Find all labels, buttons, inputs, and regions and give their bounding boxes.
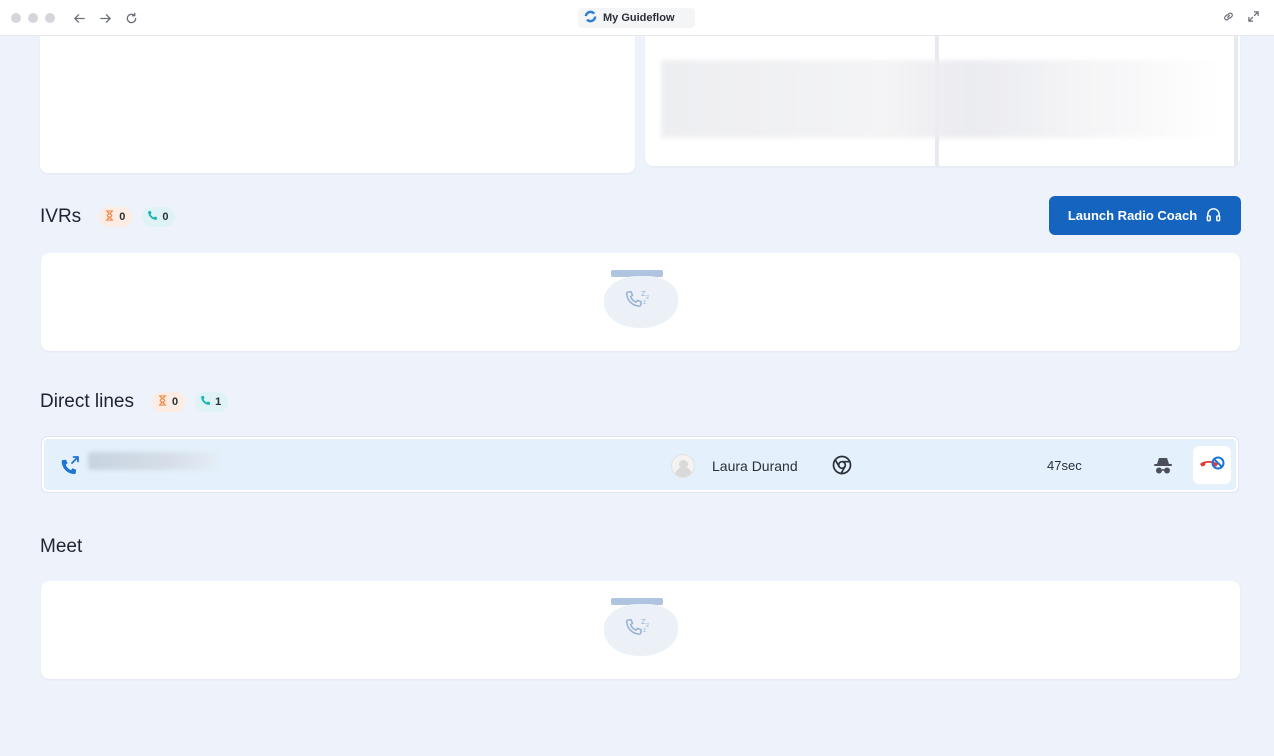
meet-empty-state: Zzz (41, 581, 1240, 679)
ivrs-active-badge: 0 (142, 207, 176, 227)
phone-icon (147, 210, 158, 224)
direct-lines-active-count: 1 (215, 396, 222, 408)
ivrs-title: IVRs (40, 206, 82, 227)
svg-text:z: z (646, 622, 649, 629)
window-controls (11, 13, 55, 23)
forward-arrow-icon[interactable] (96, 9, 114, 27)
top-right-panel (645, 36, 1240, 166)
window-dot-minimize[interactable] (28, 13, 38, 23)
agent-name: Laura Durand (712, 458, 798, 474)
blurred-caller (88, 452, 218, 470)
top-left-panel (40, 36, 635, 173)
dashboard-content: IVRs 0 0 Launch Radio Coach Zzz Direct l… (0, 36, 1274, 756)
chrome-icon (831, 454, 853, 481)
phone-icon (200, 395, 211, 409)
window-dot-maximize[interactable] (45, 13, 55, 23)
expand-icon[interactable] (1247, 10, 1260, 28)
svg-text:z: z (643, 299, 646, 306)
direct-lines-header: Direct lines 0 1 (40, 391, 229, 413)
svg-text:z: z (646, 294, 649, 301)
panel-scrollbar[interactable] (1234, 36, 1238, 166)
window-dot-close[interactable] (11, 13, 21, 23)
ivrs-waiting-badge: 0 (99, 207, 133, 227)
tab-title[interactable]: My Guideflow (578, 8, 695, 28)
guideflow-logo-icon (584, 10, 597, 26)
sleeping-phone-icon: Zzz (625, 288, 653, 317)
hourglass-icon (157, 395, 168, 409)
tab-title-text: My Guideflow (603, 12, 675, 24)
active-call-row[interactable]: Laura Durand 47sec (42, 437, 1238, 492)
meet-header: Meet (40, 536, 90, 558)
ivrs-waiting-count: 0 (119, 211, 126, 223)
direct-lines-waiting-count: 0 (171, 396, 179, 408)
sleeping-phone-illustration: Zzz (601, 598, 681, 662)
outgoing-call-icon (59, 454, 81, 481)
hangup-button[interactable] (1193, 446, 1231, 484)
hourglass-icon (104, 210, 115, 224)
browser-actions (1222, 10, 1260, 28)
back-arrow-icon[interactable] (70, 9, 88, 27)
direct-lines-active-badge: 1 (195, 392, 229, 412)
ivrs-empty-state: Zzz (41, 253, 1240, 351)
meet-title: Meet (40, 536, 83, 557)
sleeping-phone-illustration: Zzz (601, 270, 681, 334)
hangup-icon (1198, 453, 1226, 478)
browser-nav (70, 9, 140, 27)
call-duration: 47sec (1047, 458, 1082, 473)
link-icon[interactable] (1222, 10, 1235, 28)
svg-text:z: z (643, 627, 646, 634)
reload-icon[interactable] (122, 9, 140, 27)
headphones-icon (1205, 206, 1222, 226)
launch-radio-coach-label: Launch Radio Coach (1067, 208, 1198, 223)
blurred-content (661, 60, 1221, 138)
avatar (671, 454, 695, 478)
sleeping-phone-icon: Zzz (625, 616, 653, 645)
spy-icon[interactable] (1152, 456, 1174, 481)
ivrs-header: IVRs 0 0 (40, 206, 176, 228)
direct-lines-waiting-badge: 0 (151, 392, 186, 412)
ivrs-active-count: 0 (162, 211, 169, 223)
launch-radio-coach-button[interactable]: Launch Radio Coach (1049, 196, 1241, 235)
direct-lines-title: Direct lines (40, 391, 134, 412)
browser-toolbar: My Guideflow (0, 0, 1274, 36)
